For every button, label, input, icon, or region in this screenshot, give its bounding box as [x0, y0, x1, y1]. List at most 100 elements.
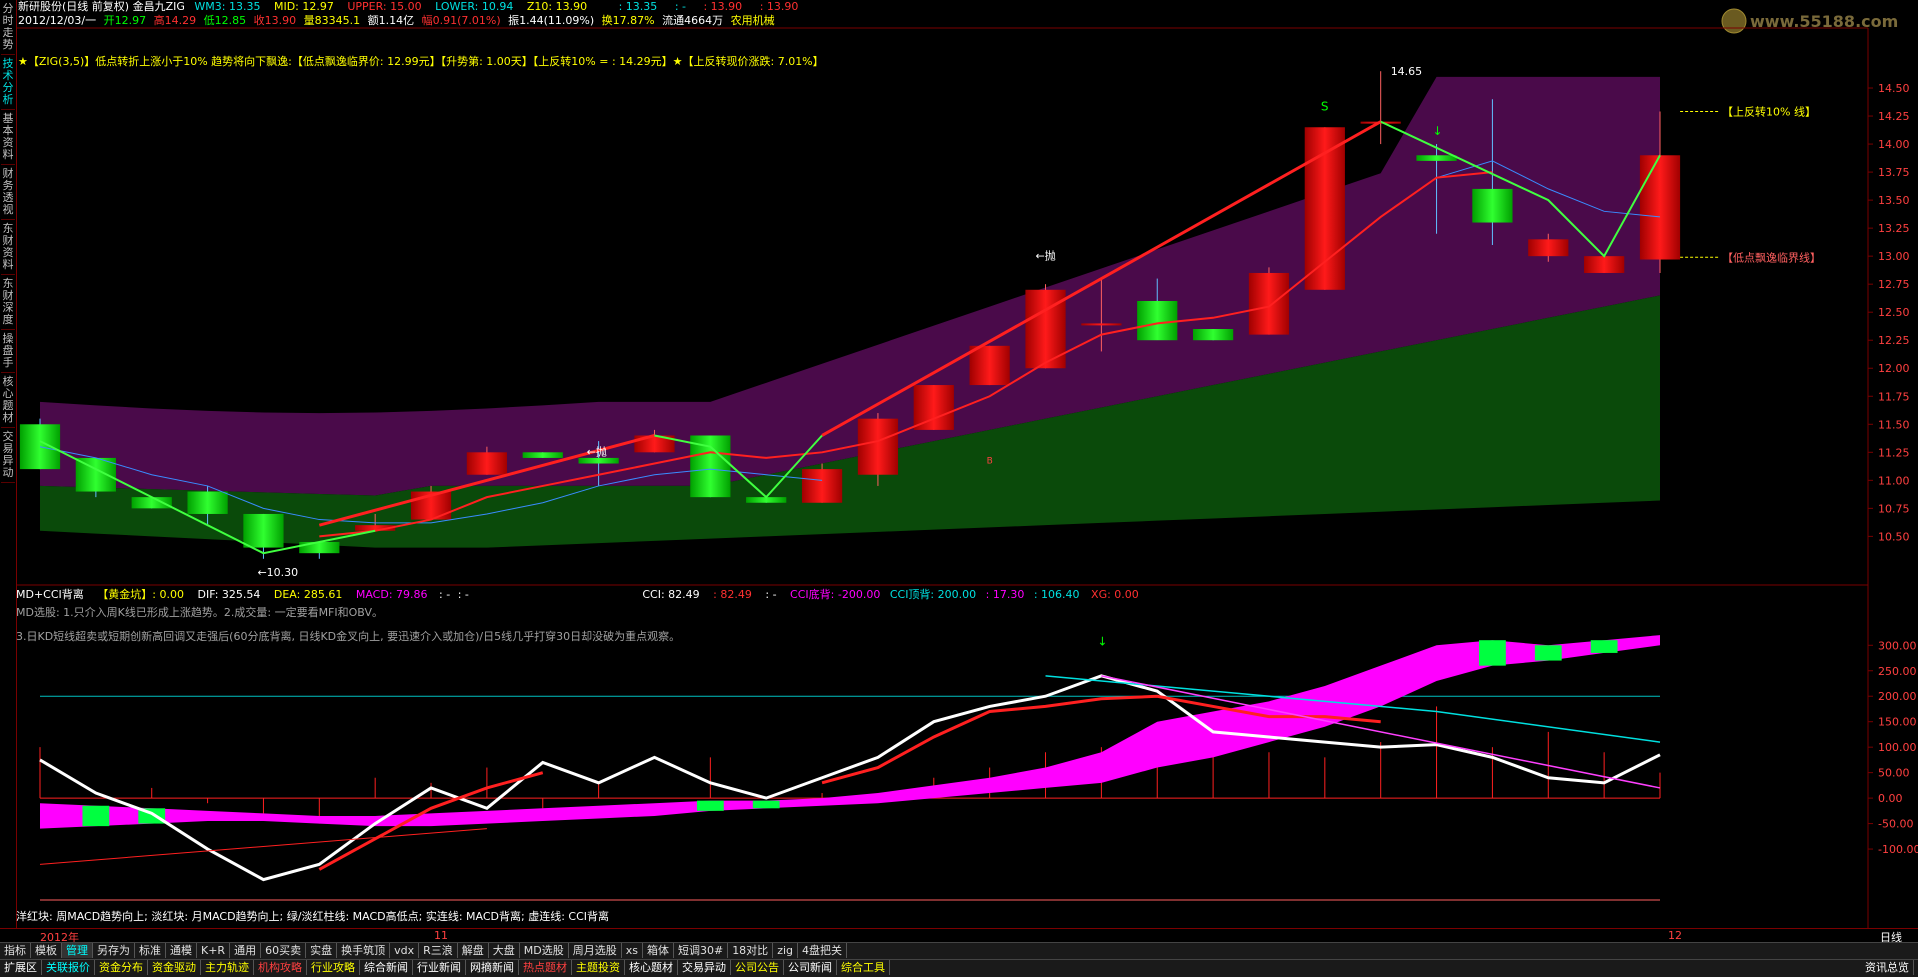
- info-tab[interactable]: 主题投资: [572, 960, 625, 975]
- candle-body: [299, 541, 340, 554]
- info-tab-bar: 扩展区 关联报价 资金分布 资金驱动 主力轨迹 机构攻略 行业攻略 综合新闻 行业新闻 网摘新闻热…: [0, 959, 1918, 977]
- cci-white-line: [39, 674, 1661, 882]
- price-axis-label: 11.00: [1878, 474, 1910, 487]
- sub-note-1: MD选股: 1.只介入周K线已形成上涨趋势。2.成交量: 一定要看MFI和OBV…: [16, 606, 384, 619]
- sub-axis-label: 200.00: [1878, 690, 1917, 703]
- price-axis-label: 11.75: [1878, 390, 1910, 403]
- sub-axis-label: -50.00: [1878, 818, 1913, 831]
- sub-axis-label: 150.00: [1878, 716, 1917, 729]
- dif-value: DIF: 325.54: [197, 588, 261, 601]
- sub-down-arrow-icon: ↓: [1097, 634, 1107, 648]
- indicator-tab[interactable]: 实盘: [306, 943, 338, 958]
- indicator-tab[interactable]: 大盘: [489, 943, 520, 958]
- indicator-tab[interactable]: 箱体: [643, 943, 674, 958]
- indicator-tab[interactable]: xs: [622, 943, 643, 958]
- xg-value: XG: 0.00: [1091, 588, 1139, 601]
- cci-bottom: CCI底背: -200.00: [790, 588, 881, 601]
- cci-value-2: : 82.49: [713, 588, 752, 601]
- info-overview-button[interactable]: 资讯总览: [1861, 960, 1914, 975]
- candle-body: [857, 418, 899, 475]
- indicator-tab[interactable]: 通模: [166, 943, 197, 958]
- indicator-tab[interactable]: 60买卖: [261, 943, 307, 958]
- month-12-label: 12: [1668, 929, 1682, 942]
- indicator-tab[interactable]: 管理: [62, 943, 93, 958]
- info-tab[interactable]: 交易异动: [678, 960, 731, 975]
- dash-value-3: : -: [765, 588, 777, 601]
- indicator-tab[interactable]: 通用: [230, 943, 262, 958]
- price-axis-label: 13.25: [1878, 222, 1910, 235]
- indicator-tab[interactable]: K+R: [197, 943, 231, 958]
- indicator-tab[interactable]: 4盘把关: [798, 943, 847, 958]
- price-axis-label: 11.25: [1878, 446, 1910, 459]
- indicator-tab[interactable]: 另存为: [93, 943, 135, 958]
- dash-value-2: : -: [457, 588, 469, 601]
- cci-value: CCI: 82.49: [642, 588, 700, 601]
- info-tab[interactable]: 关联报价: [42, 960, 95, 975]
- price-axis-label: 12.00: [1878, 362, 1910, 375]
- indicator-tab[interactable]: 模板: [31, 943, 62, 958]
- price-axis-label: 14.25: [1878, 110, 1910, 123]
- indicator-tab[interactable]: 周月选股: [569, 943, 622, 958]
- b-signal-label: B: [987, 457, 993, 467]
- info-tab[interactable]: 综合新闻: [360, 960, 413, 975]
- price-axis-label: 13.50: [1878, 194, 1910, 207]
- lower-line-label: 【低点飘逸临界线】: [1722, 250, 1821, 264]
- info-tab[interactable]: 资金驱动: [148, 960, 201, 975]
- gold-pit: 【黄金坑】: 0.00: [97, 588, 184, 601]
- info-tab[interactable]: 主力轨迹: [201, 960, 254, 975]
- price-axis-label: 12.50: [1878, 306, 1910, 319]
- dash-value: : -: [439, 588, 451, 601]
- candle-body: [1584, 256, 1625, 273]
- candle-body: [1137, 300, 1178, 341]
- candle-body: [1416, 155, 1457, 161]
- indicator-tab[interactable]: zig: [773, 943, 798, 958]
- chart-canvas[interactable]: 14.50 14.25 14.00 13.75 13.50 13.25 13.00 12.75…: [0, 0, 1918, 928]
- info-tab[interactable]: 资金分布: [95, 960, 148, 975]
- info-tab[interactable]: 网摘新闻: [466, 960, 519, 975]
- indicator-tab[interactable]: R三浪: [419, 943, 458, 958]
- weekly-macd-band: [40, 635, 1660, 829]
- indicator-tab[interactable]: 18对比: [728, 943, 774, 958]
- high-mark-label: 14.65: [1391, 65, 1423, 78]
- indicator-tab[interactable]: 解盘: [458, 943, 489, 958]
- candle-body: [466, 452, 508, 475]
- candle-body: [187, 491, 228, 514]
- sub-axis-label: 300.00: [1878, 639, 1917, 652]
- info-tab[interactable]: 综合工具: [837, 960, 890, 975]
- info-tab[interactable]: 行业新闻: [413, 960, 466, 975]
- info-tab[interactable]: 公司公告: [731, 960, 784, 975]
- info-tab[interactable]: 核心题材: [625, 960, 678, 975]
- price-axis-label: 12.25: [1878, 334, 1910, 347]
- info-tab[interactable]: 行业攻略: [307, 960, 360, 975]
- macd-green-block: [1534, 645, 1562, 661]
- v106-value: : 106.40: [1033, 588, 1080, 601]
- throw-label-2: ←抛: [587, 445, 607, 459]
- indicator-tab[interactable]: MD选股: [520, 943, 569, 958]
- indicator-tab[interactable]: 短调30#: [674, 943, 729, 958]
- macd-green-block: [1590, 640, 1618, 653]
- candle-body: [969, 345, 1010, 386]
- info-tab[interactable]: 扩展区: [0, 960, 42, 975]
- macd-value: MACD: 79.86: [355, 588, 428, 601]
- price-axis-label: 13.75: [1878, 166, 1910, 179]
- candle-body: [913, 385, 954, 430]
- sub-axis-label: 250.00: [1878, 665, 1917, 678]
- indicator-tab[interactable]: 换手筑顶: [337, 943, 391, 958]
- indicator-tab[interactable]: vdx: [390, 943, 420, 958]
- info-tab[interactable]: 公司新闻: [784, 960, 837, 975]
- sub-axis-label: 50.00: [1878, 767, 1910, 780]
- price-axis-label: 13.00: [1878, 250, 1910, 263]
- dea-value: DEA: 285.61: [273, 588, 343, 601]
- indicator-tab[interactable]: 标准: [135, 943, 166, 958]
- sub-axis-label: 0.00: [1878, 792, 1903, 805]
- sub-axis-label: 100.00: [1878, 741, 1917, 754]
- low-mark-label: ←10.30: [257, 566, 298, 579]
- indicator-tab[interactable]: 指标: [0, 943, 31, 958]
- sub-indicator-name[interactable]: MD+CCI背离: [16, 588, 84, 601]
- price-axis-label: 11.50: [1878, 418, 1910, 431]
- candle-body: [1528, 239, 1569, 257]
- info-tab[interactable]: 机构攻略: [254, 960, 307, 975]
- candle-body: [243, 513, 284, 548]
- price-axis-label: 10.75: [1878, 502, 1910, 515]
- info-tab[interactable]: 热点题材: [519, 960, 572, 975]
